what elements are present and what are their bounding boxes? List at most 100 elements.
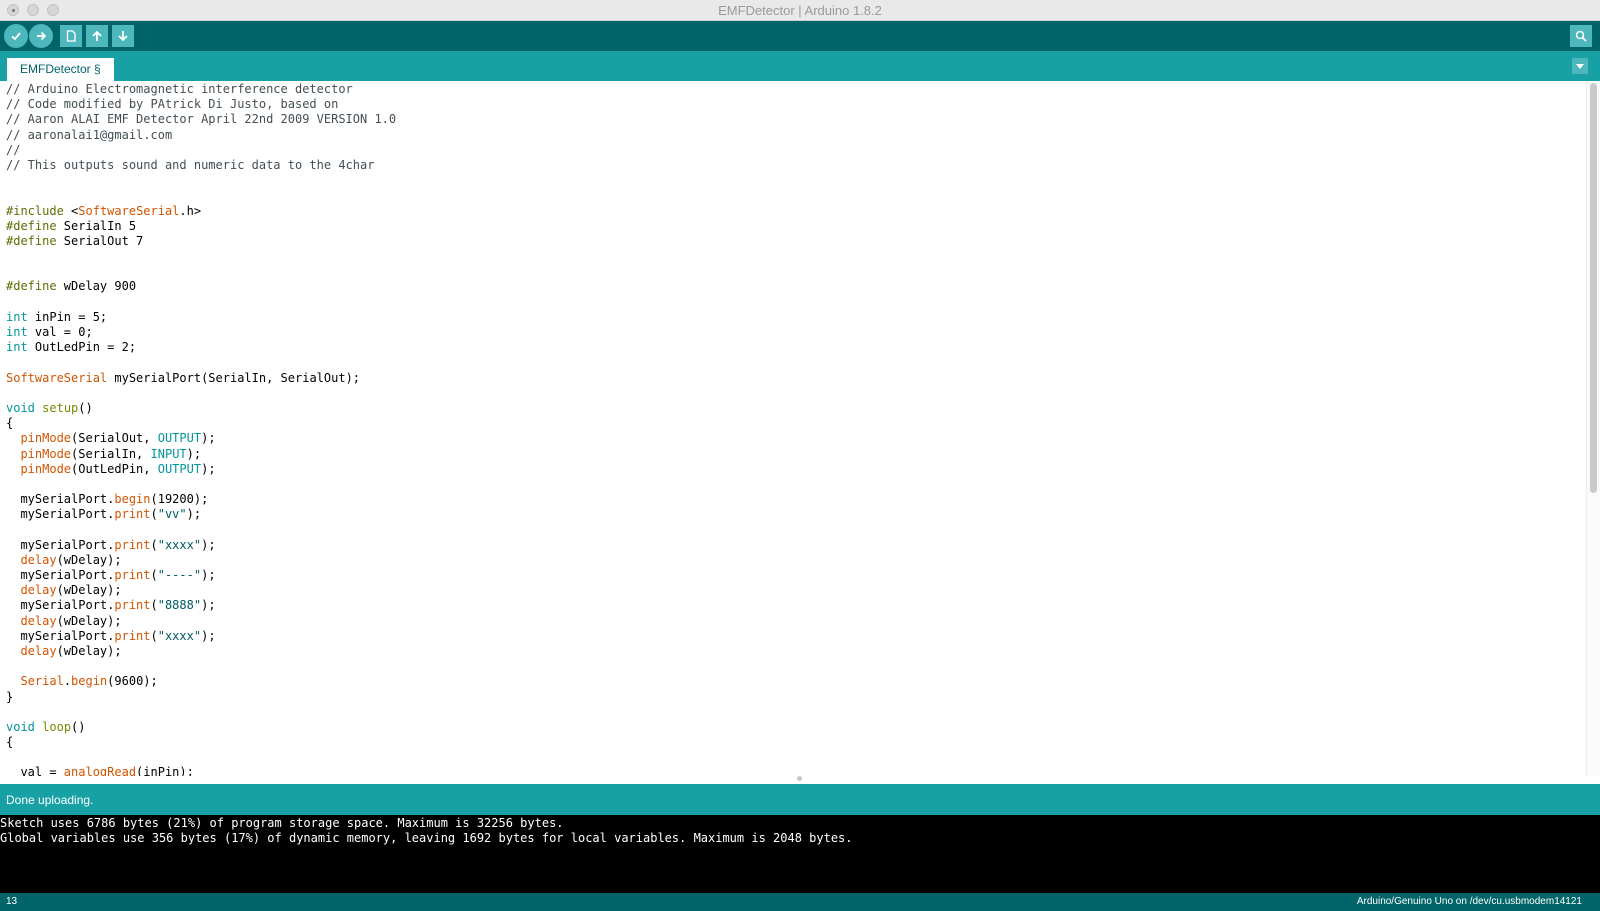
code-line[interactable] [6, 705, 396, 720]
code-token: delay [20, 552, 57, 567]
code-line[interactable]: delay(wDelay); [6, 614, 396, 629]
code-token: SoftwareSerial [78, 203, 180, 218]
status-bar: Done uploading. [0, 784, 1600, 815]
code-token: loop [42, 719, 72, 734]
title-bar: EMFDetector | Arduino 1.8.2 [0, 0, 1600, 21]
new-sketch-button[interactable] [60, 25, 82, 47]
code-line[interactable]: mySerialPort.begin(19200); [6, 492, 396, 507]
code-token: Serial [20, 674, 64, 689]
code-line[interactable]: delay(wDelay); [6, 553, 396, 568]
code-line[interactable]: #include <SoftwareSerial.h> [6, 204, 396, 219]
code-token: ( [150, 507, 158, 522]
code-line[interactable]: pinMode(SerialIn, INPUT); [6, 447, 396, 462]
code-line[interactable]: { [6, 416, 396, 431]
code-line[interactable] [6, 750, 396, 765]
code-line[interactable] [6, 173, 396, 188]
code-line[interactable] [6, 355, 396, 370]
code-token: ); [201, 628, 216, 643]
code-line[interactable]: // Aaron ALAI EMF Detector April 22nd 20… [6, 112, 396, 127]
upload-button[interactable] [29, 24, 53, 48]
code-line[interactable]: delay(wDelay); [6, 644, 396, 659]
code-token: val = [6, 765, 64, 776]
console-output[interactable]: Sketch uses 6786 bytes (21%) of program … [0, 815, 1600, 893]
code-token: (OutLedPin, [71, 461, 158, 476]
code-line[interactable] [6, 249, 396, 264]
arrow-down-icon [118, 31, 128, 42]
code-token: (19200); [150, 492, 209, 507]
code-token: (SerialOut, [71, 431, 158, 446]
code-editor[interactable]: // Arduino Electromagnetic interference … [0, 81, 1600, 776]
serial-monitor-button[interactable] [1570, 25, 1592, 47]
code-line[interactable]: mySerialPort.print("xxxx"); [6, 538, 396, 553]
window-title: EMFDetector | Arduino 1.8.2 [718, 3, 882, 18]
code-line[interactable]: SoftwareSerial mySerialPort(SerialIn, Se… [6, 371, 396, 386]
code-token: (wDelay); [56, 613, 122, 628]
code-line[interactable]: int inPin = 5; [6, 310, 396, 325]
code-line[interactable]: pinMode(SerialOut, OUTPUT); [6, 431, 396, 446]
code-line[interactable]: void loop() [6, 720, 396, 735]
code-text[interactable]: // Arduino Electromagnetic interference … [6, 82, 396, 776]
code-token: ); [201, 431, 216, 446]
code-line[interactable] [6, 264, 396, 279]
code-line[interactable]: mySerialPort.print("----"); [6, 568, 396, 583]
code-line[interactable] [6, 295, 396, 310]
code-line[interactable] [6, 386, 396, 401]
code-line[interactable] [6, 188, 396, 203]
editor-scrollbar-thumb[interactable] [1590, 83, 1597, 493]
code-line[interactable]: // Arduino Electromagnetic interference … [6, 82, 396, 97]
code-token: ); [186, 507, 202, 522]
code-line[interactable]: // aaronalai1@gmail.com [6, 128, 396, 143]
code-token: // Aaron ALAI EMF Detector April 22nd 20… [6, 112, 397, 127]
code-token: "xxxx" [157, 628, 202, 643]
code-line[interactable] [6, 477, 396, 492]
code-token: mySerialPort. [6, 537, 115, 552]
code-token: #include [6, 203, 72, 218]
code-token: // [6, 142, 21, 157]
code-line[interactable]: #define SerialIn 5 [6, 219, 396, 234]
panel-divider-handle[interactable] [797, 776, 802, 781]
code-line[interactable]: mySerialPort.print("xxxx"); [6, 629, 396, 644]
code-line[interactable]: void setup() [6, 401, 396, 416]
code-token: // aaronalai1@gmail.com [6, 127, 173, 142]
save-button[interactable] [112, 25, 134, 47]
code-line[interactable]: mySerialPort.print("vv"); [6, 507, 396, 522]
code-token: ( [150, 628, 158, 643]
editor-scroll-track[interactable] [1586, 81, 1600, 776]
code-token: ( [150, 598, 158, 613]
code-line[interactable]: int OutLedPin = 2; [6, 340, 396, 355]
code-token: pinMode [20, 431, 72, 446]
code-line[interactable]: } [6, 690, 396, 705]
code-token: ); [201, 537, 216, 552]
code-line[interactable] [6, 522, 396, 537]
code-token: { [6, 416, 14, 431]
code-line[interactable]: val = analogRead(inPin); [6, 765, 396, 776]
code-line[interactable]: pinMode(OutLedPin, OUTPUT); [6, 462, 396, 477]
code-line[interactable]: { [6, 735, 396, 750]
code-line[interactable]: // [6, 143, 396, 158]
code-line[interactable]: int val = 0; [6, 325, 396, 340]
code-line[interactable]: Serial.begin(9600); [6, 674, 396, 689]
code-line[interactable] [6, 659, 396, 674]
code-token: delay [20, 583, 57, 598]
code-token: mySerialPort. [6, 492, 115, 507]
code-line[interactable]: delay(wDelay); [6, 583, 396, 598]
code-token: (inPin); [136, 765, 194, 776]
verify-button[interactable] [4, 24, 28, 48]
code-token: print [114, 568, 151, 582]
tab-emfdetector[interactable]: EMFDetector § [7, 58, 114, 81]
code-token: // Arduino Electromagnetic interference … [6, 82, 353, 96]
tab-menu-button[interactable] [1572, 58, 1588, 74]
code-line[interactable]: #define SerialOut 7 [6, 234, 396, 249]
code-token: SerialOut 7 [56, 233, 144, 248]
code-line[interactable]: #define wDelay 900 [6, 279, 396, 294]
code-line[interactable]: mySerialPort.print("8888"); [6, 598, 396, 613]
code-token: // This outputs sound and numeric data t… [6, 157, 375, 172]
open-button[interactable] [86, 25, 108, 47]
code-token: ( [150, 537, 158, 552]
code-token: () [78, 400, 93, 415]
code-line[interactable]: // Code modified by PAtrick Di Justo, ba… [6, 97, 396, 112]
code-line[interactable]: // This outputs sound and numeric data t… [6, 158, 396, 173]
